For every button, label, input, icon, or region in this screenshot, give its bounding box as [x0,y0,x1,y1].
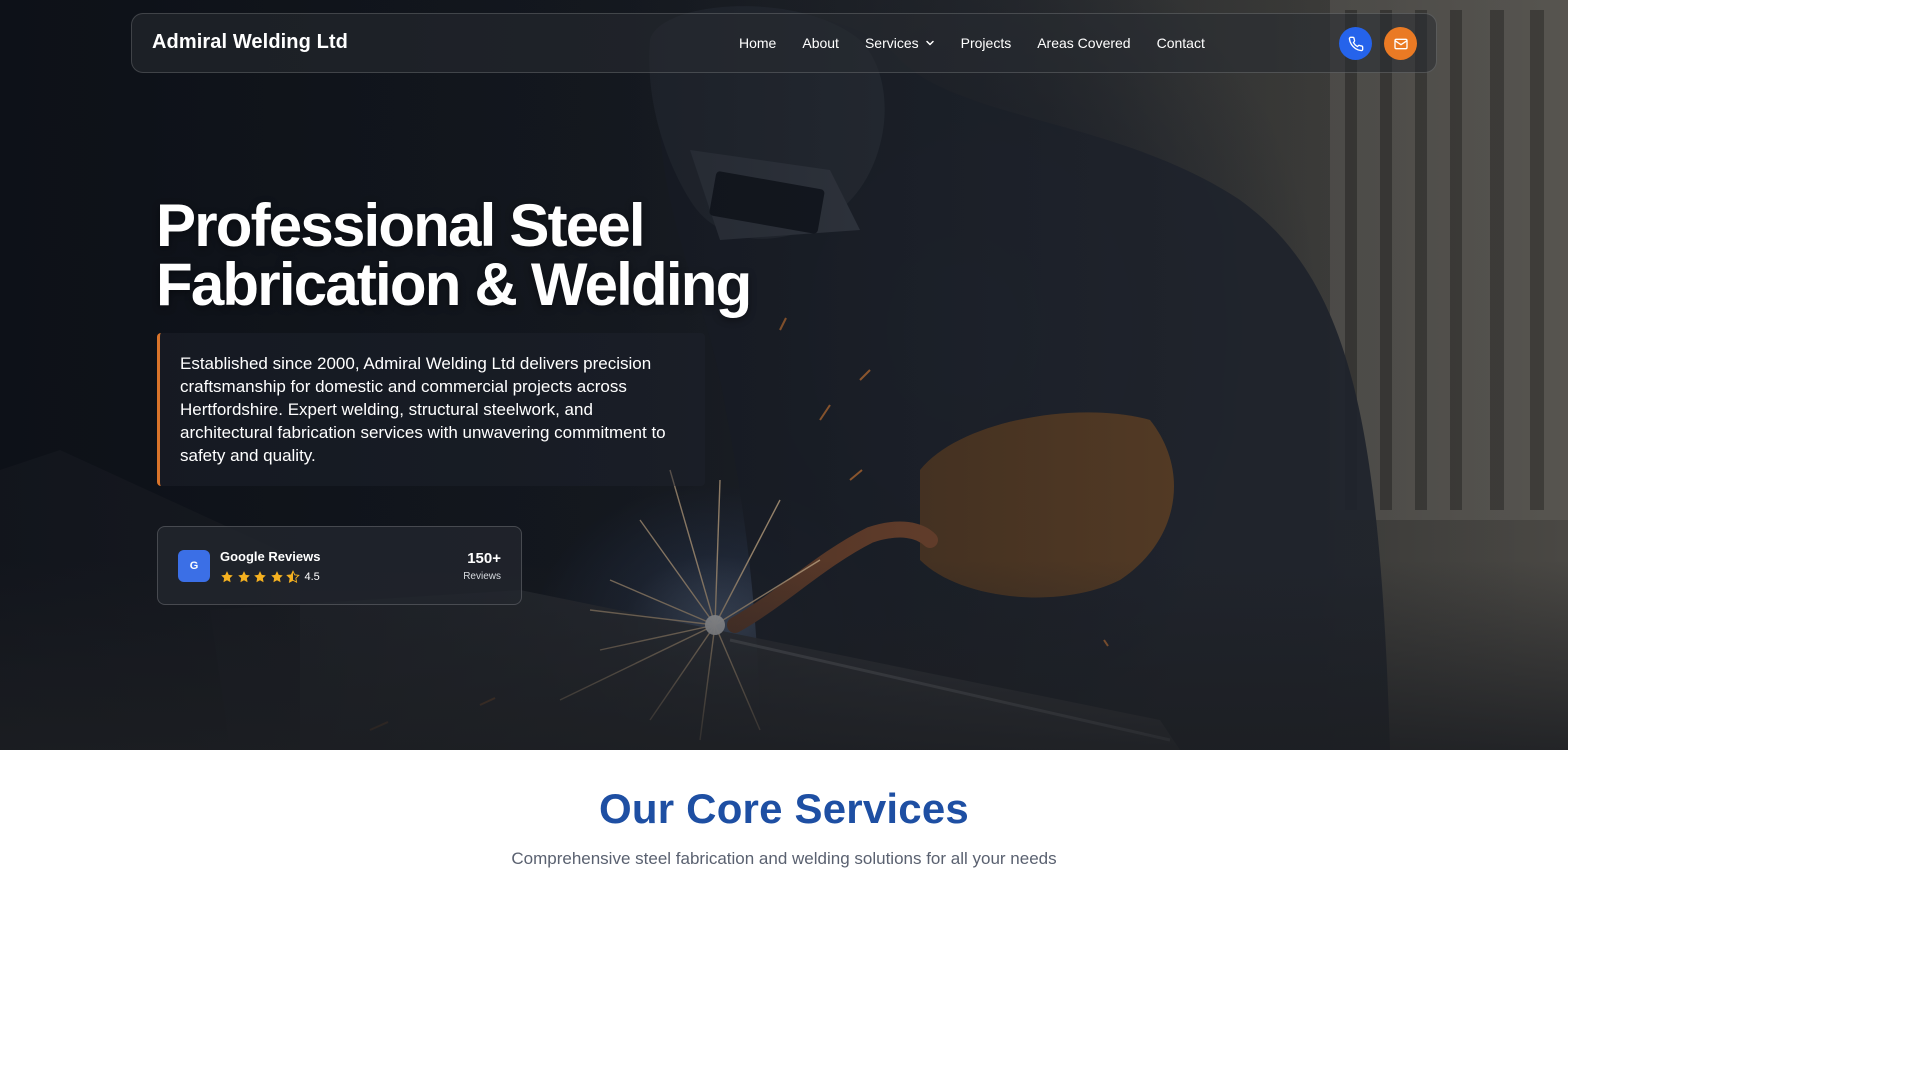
star-half-icon [286,570,300,584]
phone-button[interactable] [1339,27,1372,60]
services-section-subtitle: Comprehensive steel fabrication and weld… [511,849,1057,868]
nav-link-about[interactable]: About [802,35,839,51]
nav-link-home[interactable]: Home [739,35,776,51]
star-full-icon [237,571,250,583]
nav-links: Home About Services Projects Areas Cover… [739,35,1205,51]
hero-title-line-1: Professional Steel [156,192,646,259]
brand-name[interactable]: Admiral Welding Ltd [152,31,348,54]
nav-link-services-label: Services [864,35,919,51]
intro-text: Established since 2000, Admiral Welding … [180,354,666,465]
nav-link-services[interactable]: Services [865,35,935,51]
reviews-label: Google Reviews [220,549,321,564]
rating-stars: 4.5 [220,570,320,584]
nav-link-projects[interactable]: Projects [961,35,1012,51]
top-navbar: Admiral Welding Ltd Home About Services … [131,13,1437,73]
rating-value: 4.5 [304,571,320,583]
reviews-count: 150+ [467,550,501,567]
intro-box: Established since 2000, Admiral Welding … [157,333,705,486]
hero-title: Professional Steel Fabrication & Welding [156,192,856,318]
nav-link-contact[interactable]: Contact [1157,35,1205,51]
star-full-icon [270,571,283,583]
star-full-icon [221,571,233,583]
phone-icon [1348,36,1363,51]
mail-button[interactable] [1384,27,1417,60]
mail-icon [1393,38,1408,49]
google-reviews-card[interactable]: G Google Reviews 4.5 150+ Reviews [157,526,522,605]
reviews-count-label: Reviews [463,571,501,582]
nav-link-areas-covered[interactable]: Areas Covered [1037,35,1130,51]
star-full-icon [254,571,266,583]
hero-section: Admiral Welding Ltd Home About Services … [0,0,1568,750]
chevron-down-icon [925,40,934,46]
google-icon: G [178,550,210,582]
services-section-title: Our Core Services [599,785,969,832]
hero-title-line-2: Fabrication & Welding [156,251,752,318]
